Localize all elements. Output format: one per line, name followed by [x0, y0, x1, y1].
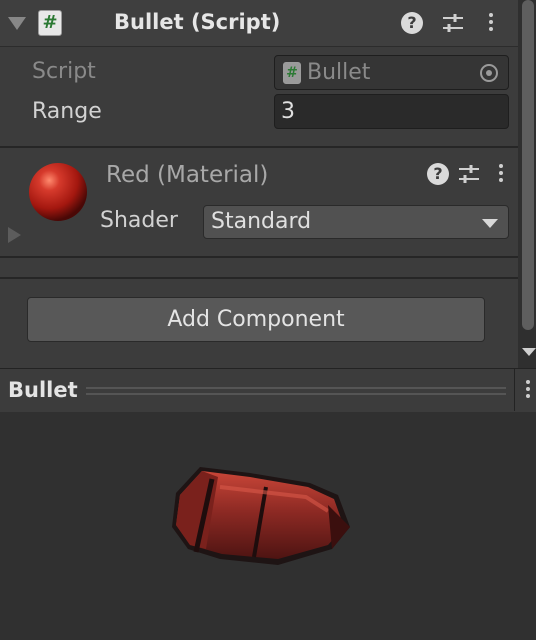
range-input[interactable]: 3 — [274, 94, 509, 129]
preview-header[interactable]: Bullet — [0, 368, 536, 414]
dropdown-arrow-icon — [482, 219, 498, 228]
preset-settings-icon[interactable] — [441, 12, 465, 34]
drag-handle[interactable] — [86, 387, 506, 389]
add-component-button[interactable]: Add Component — [27, 297, 485, 342]
script-icon: # — [38, 10, 62, 36]
scrollbar-thumb[interactable] — [522, 0, 534, 330]
material-sphere-preview — [29, 163, 87, 221]
range-label: Range — [32, 99, 102, 124]
bullet-script-header[interactable]: # Bullet (Script) ? — [0, 0, 518, 47]
script-label: Script — [32, 59, 96, 84]
material-preset-icon[interactable] — [457, 163, 481, 185]
context-menu-icon[interactable] — [489, 13, 493, 34]
scroll-down-icon[interactable] — [522, 348, 536, 356]
inspector-panel: # Bullet (Script) ? Script # Bullet Rang… — [0, 0, 518, 368]
preview-area[interactable] — [0, 412, 536, 640]
component-title: Bullet (Script) — [114, 10, 281, 34]
object-picker-icon[interactable] — [478, 62, 500, 84]
help-icon[interactable]: ? — [401, 12, 423, 34]
divider — [0, 277, 518, 279]
separator — [514, 369, 515, 411]
bullet-model-preview — [172, 467, 350, 565]
script-value: Bullet — [307, 60, 371, 85]
material-title: Red (Material) — [106, 162, 269, 188]
shader-value: Standard — [211, 209, 312, 234]
material-menu-icon[interactable] — [499, 164, 503, 185]
preview-menu-icon[interactable] — [526, 380, 530, 401]
script-field[interactable]: # Bullet — [274, 55, 509, 90]
foldout-arrow-icon[interactable] — [8, 17, 26, 30]
range-value: 3 — [281, 99, 295, 124]
material-help-icon[interactable]: ? — [427, 163, 449, 185]
material-foldout-icon[interactable] — [8, 227, 21, 243]
drag-handle-line — [86, 393, 506, 395]
shader-label: Shader — [100, 208, 178, 233]
divider — [0, 146, 518, 148]
divider — [0, 256, 518, 258]
preview-title: Bullet — [8, 378, 78, 402]
script-field-icon: # — [283, 62, 301, 84]
shader-dropdown[interactable]: Standard — [203, 205, 509, 239]
